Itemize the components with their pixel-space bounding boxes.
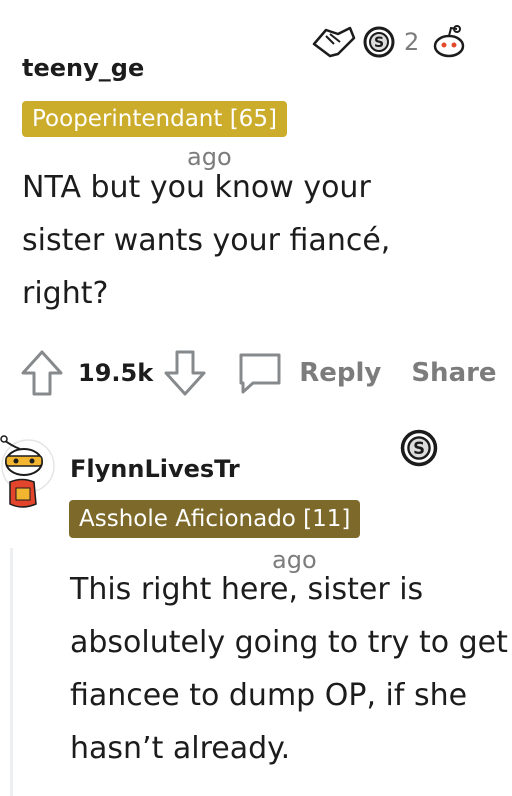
snoo-avatar[interactable] (0, 432, 56, 536)
share-button[interactable]: Share (411, 358, 496, 388)
comment1-flair: Pooperintendant [65] (22, 101, 287, 137)
silver-award-icon: S (400, 429, 438, 467)
comment2-flair: Asshole Aficionado [11] (69, 500, 361, 538)
awards-row: S 2 (308, 24, 469, 60)
silver-award-icon: S (363, 26, 395, 58)
thread-line[interactable] (10, 548, 13, 796)
svg-text:S: S (413, 439, 425, 458)
comment-bubble-icon[interactable] (235, 349, 285, 397)
comment2-username[interactable]: FlynnLivesTr (70, 455, 240, 483)
comment1-actions: 19.5k Reply Share (20, 347, 497, 399)
comment1-body: NTA but you know your sister wants your … (22, 170, 391, 311)
svg-text:S: S (374, 35, 384, 51)
downvote-icon[interactable] (163, 349, 207, 397)
comment1-vote-count: 19.5k (78, 359, 154, 387)
comment1-username[interactable]: teeny_ge (22, 54, 144, 82)
comment2-body: This right here, sister is absolutely go… (70, 572, 508, 766)
reply-button[interactable]: Reply (299, 358, 381, 388)
upvote-icon[interactable] (20, 349, 64, 397)
handshake-award-icon (312, 26, 356, 58)
award-count: 2 (404, 28, 420, 56)
snoo-award-icon (434, 25, 465, 58)
